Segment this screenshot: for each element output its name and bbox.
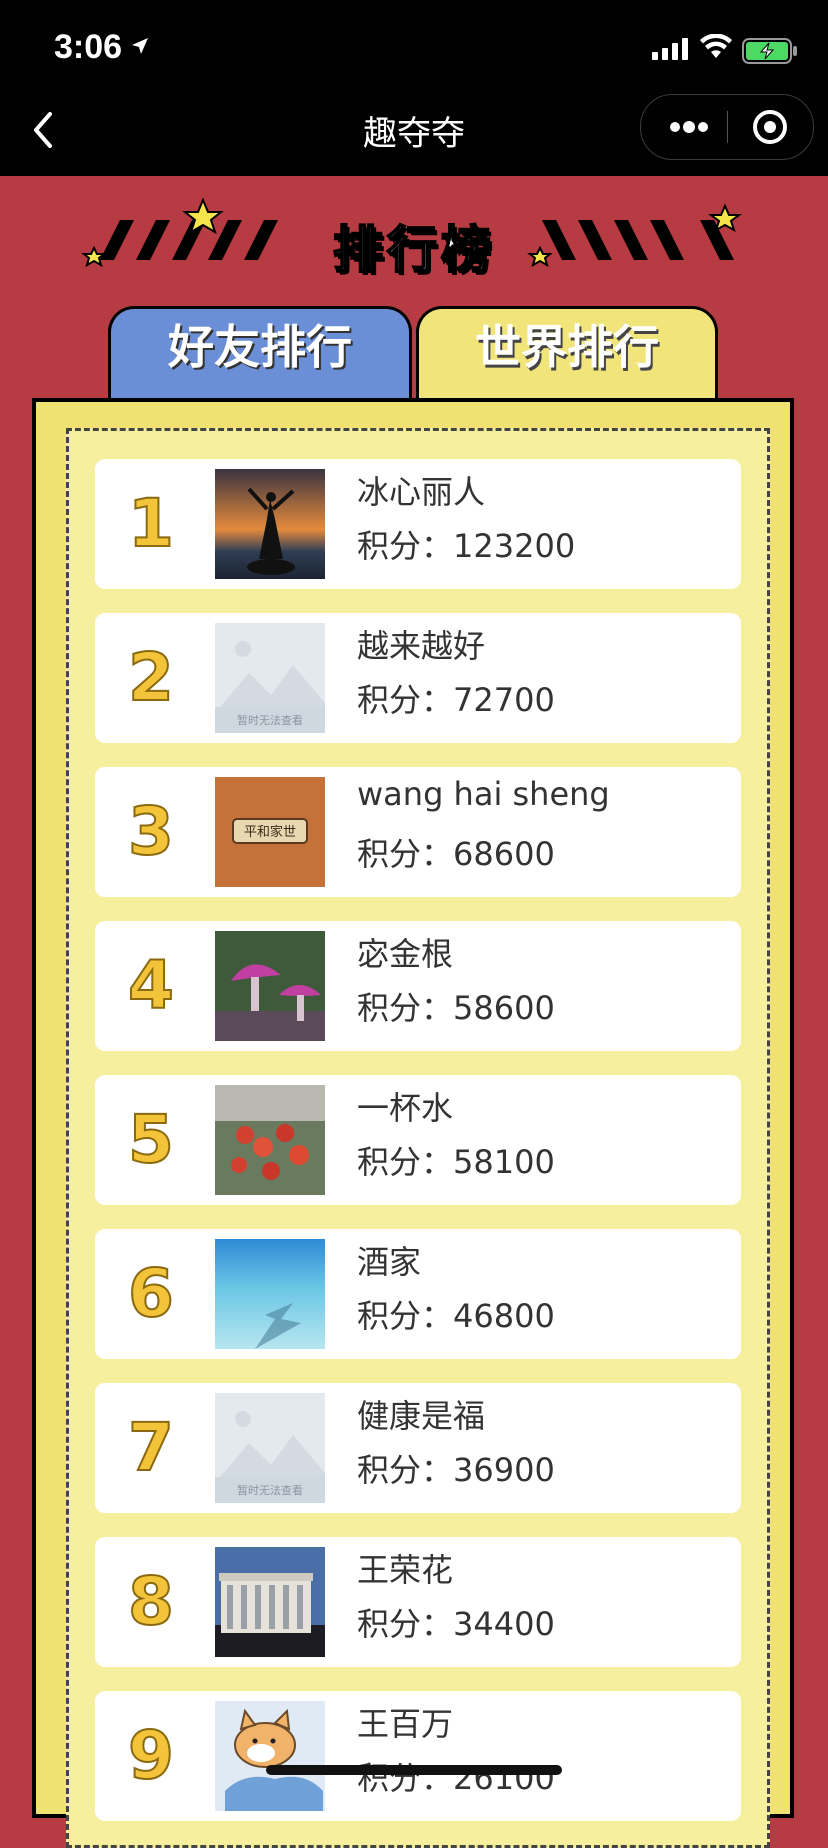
player-name: 王荣花	[357, 1551, 454, 1589]
rank-number: 6	[127, 1254, 175, 1333]
score-label: 积分：	[357, 1297, 454, 1335]
capsule-divider	[727, 111, 728, 143]
rank-number: 4	[127, 946, 175, 1025]
player-score: 积分：26100	[357, 1753, 555, 1799]
score-value: 46800	[453, 1297, 555, 1335]
rank-number: 1	[127, 484, 175, 563]
home-indicator[interactable]	[266, 1765, 562, 1775]
rank-number: 9	[127, 1716, 175, 1795]
cellular-signal-icon	[652, 38, 692, 64]
leaderboard-row[interactable]: 7 暂时无法查看 健康是福 积分：36900	[95, 1383, 741, 1513]
player-score: 积分：46800	[357, 1291, 555, 1337]
leaderboard-banner: 排行榜	[0, 196, 828, 280]
player-score: 积分：58100	[357, 1137, 555, 1183]
wifi-icon	[700, 33, 732, 64]
score-value: 58600	[453, 989, 555, 1027]
battery-charging-icon	[742, 38, 798, 68]
player-name: 冰心丽人	[357, 473, 486, 511]
nav-bar: 趣夺夺	[0, 76, 828, 176]
leaderboard-row[interactable]: 3 平和家世 wang hai sheng 积分：68600	[95, 767, 741, 897]
player-score: 积分：36900	[357, 1445, 555, 1491]
player-name: wang hai sheng	[357, 775, 610, 813]
player-score: 积分：123200	[357, 521, 575, 567]
score-label: 积分：	[357, 1143, 454, 1181]
leaderboard-panel: 1 冰心丽人 积分：123200 2 暂时无法查看 越来越好 积分：72700 …	[32, 398, 794, 1848]
avatar	[215, 931, 325, 1041]
leaderboard-row[interactable]: 8 王荣花 积分：34400	[95, 1537, 741, 1667]
score-value: 34400	[453, 1605, 555, 1643]
plaque-text: 平和家世	[244, 824, 296, 840]
status-time: 3:06	[54, 28, 123, 66]
score-value: 36900	[453, 1451, 555, 1489]
score-label: 积分：	[357, 681, 454, 719]
rank-number: 3	[127, 792, 175, 871]
score-label: 积分：	[357, 989, 454, 1027]
mini-program-capsule	[640, 94, 814, 160]
avatar	[215, 1239, 325, 1349]
leaderboard-row[interactable]: 1 冰心丽人 积分：123200	[95, 459, 741, 589]
rank-number: 7	[127, 1408, 175, 1487]
score-value: 68600	[453, 835, 555, 873]
player-name: 酒家	[357, 1243, 422, 1281]
leaderboard-row[interactable]: 6 酒家 积分：46800	[95, 1229, 741, 1359]
player-name: 健康是福	[357, 1397, 486, 1435]
tab-friends-ranking[interactable]: 好友排行	[108, 306, 412, 406]
player-score: 积分：68600	[357, 829, 555, 875]
rank-number: 2	[127, 638, 175, 717]
score-value: 123200	[453, 527, 576, 565]
avatar	[215, 469, 325, 579]
player-name: 宓金根	[357, 935, 454, 973]
score-label: 积分：	[357, 1451, 454, 1489]
player-name: 王百万	[357, 1705, 454, 1743]
leaderboard-dashed-frame: 1 冰心丽人 积分：123200 2 暂时无法查看 越来越好 积分：72700 …	[66, 428, 770, 1848]
tab-world-ranking[interactable]: 世界排行	[416, 306, 718, 406]
avatar	[215, 1085, 325, 1195]
banner-title: 排行榜	[332, 220, 495, 280]
player-score: 积分：34400	[357, 1599, 555, 1645]
close-target-icon[interactable]	[751, 108, 789, 150]
player-score: 积分：58600	[357, 983, 555, 1029]
placeholder-text: 暂时无法查看	[237, 713, 303, 727]
avatar	[215, 1701, 325, 1811]
leaderboard-row[interactable]: 4 宓金根 积分：58600	[95, 921, 741, 1051]
score-value: 72700	[453, 681, 555, 719]
player-name: 越来越好	[357, 627, 486, 665]
score-label: 积分：	[357, 527, 454, 565]
score-label: 积分：	[357, 1605, 454, 1643]
player-score: 积分：72700	[357, 675, 555, 721]
leaderboard-row[interactable]: 2 暂时无法查看 越来越好 积分：72700	[95, 613, 741, 743]
rank-number: 8	[127, 1562, 175, 1641]
leaderboard-row[interactable]: 5 一杯水 积分：58100	[95, 1075, 741, 1205]
avatar-placeholder: 暂时无法查看	[215, 1393, 325, 1503]
avatar-placeholder: 暂时无法查看	[215, 623, 325, 733]
leaderboard-row[interactable]: 9 王百万 积分：26100	[95, 1691, 741, 1821]
avatar: 平和家世	[215, 777, 325, 887]
player-name: 一杯水	[357, 1089, 454, 1127]
more-dots-icon[interactable]	[669, 117, 709, 141]
location-arrow-icon	[130, 36, 150, 60]
placeholder-text: 暂时无法查看	[237, 1483, 303, 1497]
score-label: 积分：	[357, 835, 454, 873]
score-value: 58100	[453, 1143, 555, 1181]
rank-number: 5	[127, 1100, 175, 1179]
avatar	[215, 1547, 325, 1657]
